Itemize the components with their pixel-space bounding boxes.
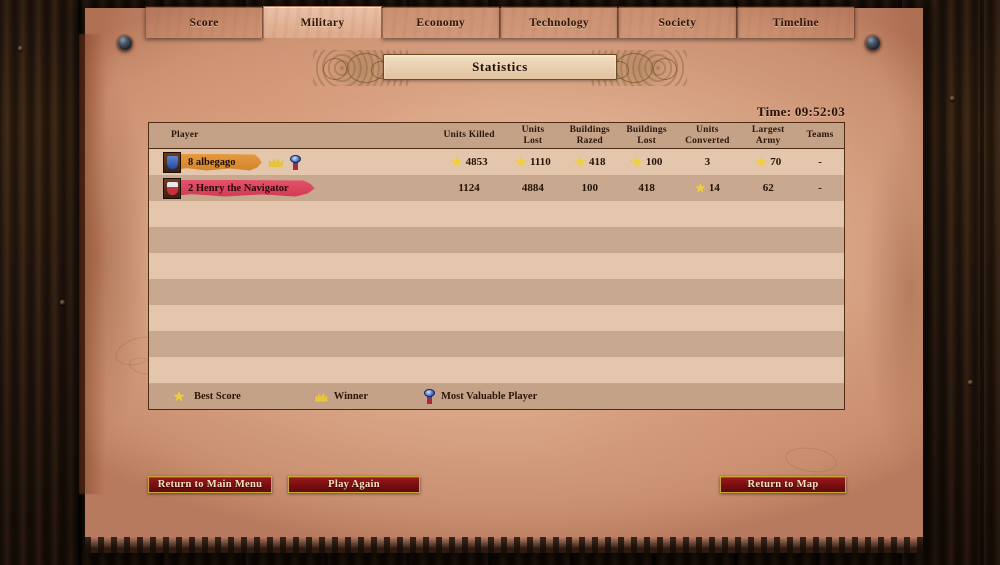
medal-icon: [424, 389, 435, 404]
tab-label: Economy: [416, 16, 466, 29]
tab-label: Timeline: [772, 16, 820, 29]
legend-winner: Winner: [314, 391, 368, 402]
star-icon: [755, 156, 768, 167]
tab-label: Technology: [529, 16, 590, 29]
header-units-lost: Units Lost: [521, 124, 545, 146]
header-largest-army: Largest Army: [751, 124, 785, 146]
legend-best-score: Best Score: [173, 390, 241, 403]
cell-buildings-razed: 418: [561, 149, 619, 175]
tab-label: Military: [300, 16, 345, 29]
player-name: Henry the Navigator: [195, 182, 289, 194]
player-shield-icon: [163, 177, 181, 199]
player-banner: 8 albegago: [178, 153, 262, 171]
table-row-empty: [149, 279, 844, 305]
star-icon: [515, 156, 527, 167]
cell-buildings-razed: 100: [581, 182, 599, 194]
table-row-empty: [149, 357, 844, 383]
table-row-empty: [149, 253, 844, 279]
return-to-map-button[interactable]: Return to Map: [720, 476, 846, 493]
table-row[interactable]: 2 Henry the Navigator 1124 4884 100 418 …: [149, 175, 844, 201]
header-units-killed: Units Killed: [443, 130, 495, 140]
table-header-row: Player Units Killed Units Lost Buildings…: [149, 123, 844, 149]
player-rank: 8: [188, 156, 194, 168]
header-units-converted: Units Converted: [685, 124, 730, 146]
cell-teams: -: [818, 156, 822, 168]
cell-largest-army: 62: [762, 182, 774, 194]
cell-buildings-lost: 100: [619, 149, 675, 175]
header-buildings-lost: Buildings Lost: [626, 124, 667, 146]
header-player: Player: [171, 130, 199, 140]
star-icon: [450, 156, 463, 167]
tab-score[interactable]: Score: [145, 6, 264, 38]
legend-bar: Best Score Winner Most Valuable Player: [148, 384, 845, 410]
tab-timeline[interactable]: Timeline: [736, 6, 855, 38]
crown-icon: [269, 158, 283, 167]
table-row[interactable]: 8 albegago 4853 1110 418 100 3 70 -: [149, 149, 844, 175]
button-label: Return to Map: [747, 479, 819, 490]
cell-units-lost: 1110: [505, 149, 561, 175]
cell-teams: -: [818, 182, 822, 194]
player-rank: 2: [188, 182, 194, 194]
tab-bar: Score Military Economy Technology Societ…: [145, 6, 855, 38]
player-cell: 8 albegago: [149, 149, 433, 175]
page-title-text: Statistics: [472, 59, 528, 74]
player-cell: 2 Henry the Navigator: [149, 175, 433, 201]
rivet-left: [118, 36, 132, 50]
return-to-main-menu-button[interactable]: Return to Main Menu: [148, 476, 272, 493]
tab-economy[interactable]: Economy: [381, 6, 500, 38]
player-award-icons: [269, 154, 301, 170]
page-title: Statistics: [383, 54, 617, 80]
table-row-empty: [149, 331, 844, 357]
tab-military[interactable]: Military: [263, 6, 382, 38]
cell-units-killed: 4853: [433, 149, 505, 175]
cell-units-converted: 14: [675, 175, 741, 201]
title-ornament: Statistics: [313, 48, 687, 88]
button-label: Return to Main Menu: [157, 479, 263, 490]
button-label: Play Again: [328, 479, 380, 490]
tab-label: Score: [189, 16, 219, 29]
play-again-button[interactable]: Play Again: [288, 476, 420, 493]
cell-largest-army: 70: [740, 149, 796, 175]
rivet-right: [866, 36, 880, 50]
wood-nail: [18, 46, 23, 51]
table-row-empty: [149, 201, 844, 227]
tab-society[interactable]: Society: [618, 6, 737, 38]
header-teams: Teams: [806, 130, 834, 140]
star-icon: [631, 156, 643, 167]
tab-technology[interactable]: Technology: [499, 6, 619, 38]
table-row-empty: [149, 227, 844, 253]
wood-nail: [968, 380, 973, 385]
player-shield-icon: [163, 151, 181, 173]
cell-units-killed: 1124: [458, 182, 480, 194]
cell-buildings-lost: 418: [638, 182, 655, 194]
star-icon: [695, 182, 706, 193]
wood-nail: [60, 300, 65, 305]
cell-units-converted: 3: [704, 156, 711, 168]
star-icon: [574, 156, 586, 167]
tab-label: Society: [658, 16, 697, 29]
table-row-empty: [149, 305, 844, 331]
parchment-doodle: [783, 444, 839, 476]
cell-units-lost: 4884: [521, 182, 544, 194]
game-time: Time: 09:52:03: [756, 104, 845, 119]
player-banner: 2 Henry the Navigator: [178, 179, 315, 197]
statistics-table: Player Units Killed Units Lost Buildings…: [148, 122, 845, 410]
wood-nail: [950, 96, 955, 101]
star-icon: [173, 390, 185, 402]
legend-mvp: Most Valuable Player: [424, 389, 537, 404]
header-buildings-razed: Buildings Razed: [569, 124, 610, 146]
medal-icon: [289, 154, 301, 170]
player-name: albegago: [195, 156, 236, 168]
crown-icon: [314, 393, 328, 402]
